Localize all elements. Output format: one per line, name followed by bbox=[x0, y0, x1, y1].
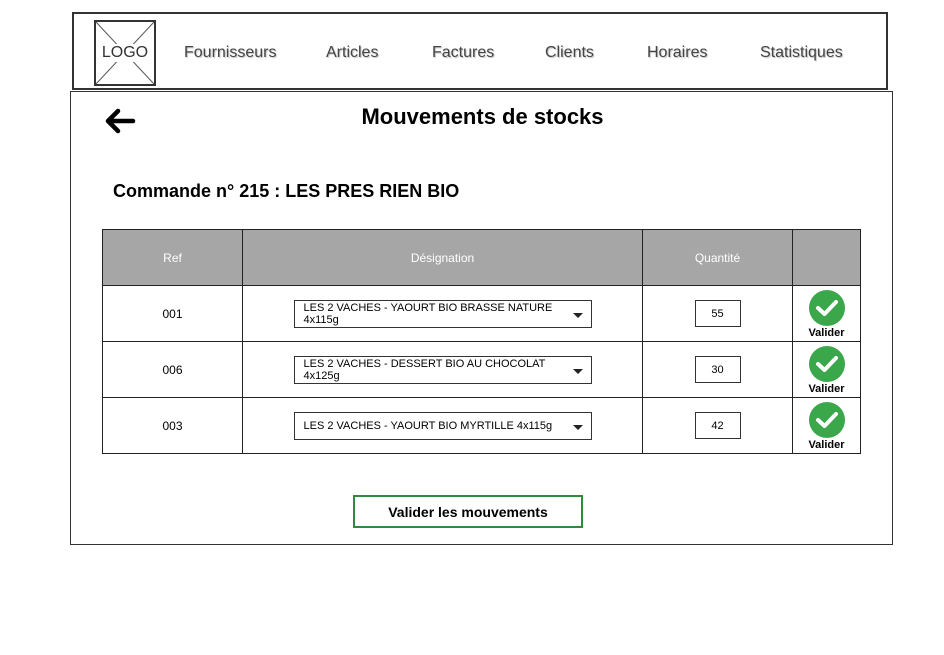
cell-designation: LES 2 VACHES - YAOURT BIO MYRTILLE 4x115… bbox=[242, 397, 643, 454]
validate-movements-button[interactable]: Valider les mouvements bbox=[353, 495, 583, 528]
table-row: 003 LES 2 VACHES - YAOURT BIO MYRTILLE 4… bbox=[102, 397, 861, 454]
quantity-input[interactable]: 42 bbox=[694, 412, 741, 439]
designation-select-value: LES 2 VACHES - DESSERT BIO AU CHOCOLAT 4… bbox=[303, 357, 546, 382]
cell-ref: 003 bbox=[102, 397, 243, 454]
check-circle-icon bbox=[808, 345, 845, 382]
nav-item-articles[interactable]: Articles bbox=[326, 14, 378, 92]
nav-item-horaires[interactable]: Horaires bbox=[647, 14, 707, 92]
column-header-quantity: Quantité bbox=[642, 229, 793, 286]
cell-designation: LES 2 VACHES - DESSERT BIO AU CHOCOLAT 4… bbox=[242, 341, 643, 398]
cell-ref: 006 bbox=[102, 341, 243, 398]
column-header-ref: Ref bbox=[102, 229, 243, 286]
stock-movements-table: Ref Désignation Quantité 001 LES 2 VACHE… bbox=[102, 229, 861, 454]
chevron-down-icon bbox=[572, 312, 583, 318]
designation-select-value: LES 2 VACHES - YAOURT BIO MYRTILLE 4x115… bbox=[303, 419, 553, 432]
page-title: Mouvements de stocks bbox=[361, 104, 604, 129]
validate-label: Valider bbox=[808, 382, 845, 395]
validate-row-button[interactable]: Valider bbox=[793, 289, 860, 339]
quantity-input[interactable]: 55 bbox=[694, 300, 741, 327]
main-panel: Mouvements de stocks Commande n° 215 : L… bbox=[70, 91, 893, 545]
top-navbar: LOGO Fournisseurs Articles Factures Clie… bbox=[72, 12, 888, 90]
cell-validate: Valider bbox=[792, 285, 861, 342]
validate-label: Valider bbox=[808, 438, 845, 451]
validate-label: Valider bbox=[808, 326, 845, 339]
order-title: Commande n° 215 : LES PRES RIEN BIO bbox=[113, 181, 460, 201]
table-row: 006 LES 2 VACHES - DESSERT BIO AU CHOCOL… bbox=[102, 341, 861, 398]
nav-item-clients[interactable]: Clients bbox=[545, 14, 594, 92]
cell-quantity: 55 bbox=[642, 285, 793, 342]
cell-quantity: 30 bbox=[642, 341, 793, 398]
chevron-down-icon bbox=[572, 368, 583, 374]
designation-select[interactable]: LES 2 VACHES - YAOURT BIO BRASSE NATURE … bbox=[293, 299, 592, 328]
cell-designation: LES 2 VACHES - YAOURT BIO BRASSE NATURE … bbox=[242, 285, 643, 342]
cell-validate: Valider bbox=[792, 397, 861, 454]
validate-row-button[interactable]: Valider bbox=[793, 345, 860, 395]
designation-select[interactable]: LES 2 VACHES - DESSERT BIO AU CHOCOLAT 4… bbox=[293, 355, 592, 384]
column-header-designation: Désignation bbox=[242, 229, 643, 286]
designation-select[interactable]: LES 2 VACHES - YAOURT BIO MYRTILLE 4x115… bbox=[293, 411, 592, 440]
chevron-down-icon bbox=[572, 424, 583, 430]
check-circle-icon bbox=[808, 401, 845, 438]
cell-ref: 001 bbox=[102, 285, 243, 342]
table-header-row: Ref Désignation Quantité bbox=[102, 229, 861, 286]
logo-text: LOGO bbox=[100, 44, 150, 62]
cell-validate: Valider bbox=[792, 341, 861, 398]
nav-item-statistiques[interactable]: Statistiques bbox=[760, 14, 843, 92]
check-circle-icon bbox=[808, 289, 845, 326]
column-header-validate bbox=[792, 229, 861, 286]
validate-row-button[interactable]: Valider bbox=[793, 401, 860, 451]
nav-item-fournisseurs[interactable]: Fournisseurs bbox=[184, 14, 276, 92]
cell-quantity: 42 bbox=[642, 397, 793, 454]
designation-select-value: LES 2 VACHES - YAOURT BIO BRASSE NATURE … bbox=[303, 301, 553, 326]
table-row: 001 LES 2 VACHES - YAOURT BIO BRASSE NAT… bbox=[102, 285, 861, 342]
quantity-input[interactable]: 30 bbox=[694, 356, 741, 383]
nav-item-factures[interactable]: Factures bbox=[432, 14, 494, 92]
logo[interactable]: LOGO bbox=[94, 20, 156, 86]
